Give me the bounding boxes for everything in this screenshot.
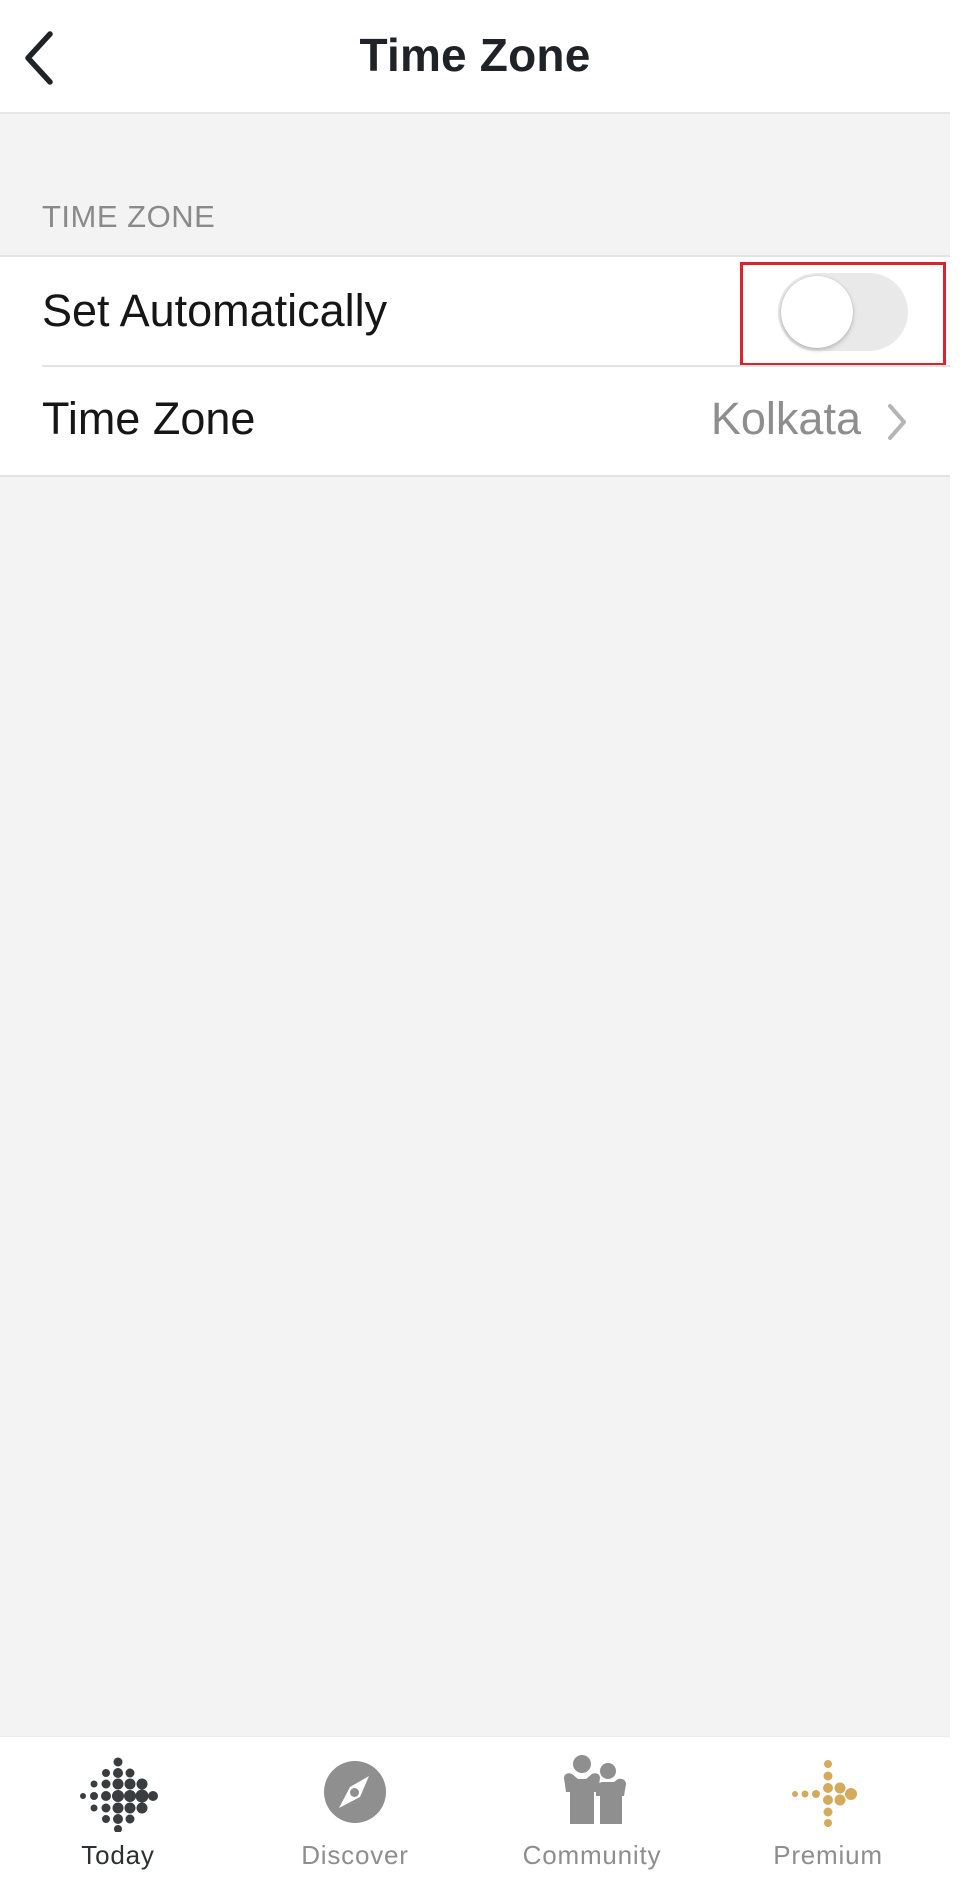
- bottom-tab-bar: Today Discover Community Premium: [0, 1736, 950, 1894]
- section-header-time-zone: TIME ZONE: [42, 199, 216, 234]
- navigation-header: Time Zone: [0, 0, 950, 114]
- tab-community[interactable]: Community: [492, 1737, 692, 1894]
- screen-edge-strip: [950, 0, 962, 1894]
- tab-today[interactable]: Today: [18, 1737, 218, 1894]
- toggle-knob: [781, 276, 853, 348]
- tab-label-discover: Discover: [301, 1840, 409, 1870]
- community-icon: [552, 1752, 632, 1832]
- set-automatically-toggle[interactable]: [778, 273, 908, 351]
- chevron-right-icon: [884, 401, 910, 443]
- tab-label-premium: Premium: [773, 1840, 883, 1870]
- time-zone-screen: Time Zone TIME ZONE Set Automatically Ti…: [0, 0, 950, 1894]
- premium-icon: [788, 1752, 868, 1832]
- time-zone-row[interactable]: Time Zone Kolkata: [0, 367, 950, 477]
- tab-label-today: Today: [81, 1840, 155, 1870]
- compass-icon: [315, 1752, 395, 1832]
- tab-discover[interactable]: Discover: [255, 1737, 455, 1894]
- tab-label-community: Community: [522, 1840, 662, 1870]
- set-automatically-label: Set Automatically: [42, 285, 388, 336]
- set-automatically-row: Set Automatically: [0, 257, 950, 367]
- time-zone-value: Kolkata: [710, 393, 861, 444]
- tab-premium[interactable]: Premium: [728, 1737, 928, 1894]
- page-title: Time Zone: [359, 29, 591, 81]
- time-zone-settings-group: Set Automatically Time Zone Kolkata: [0, 255, 950, 477]
- time-zone-label: Time Zone: [42, 393, 256, 444]
- today-dots-icon: [78, 1752, 158, 1832]
